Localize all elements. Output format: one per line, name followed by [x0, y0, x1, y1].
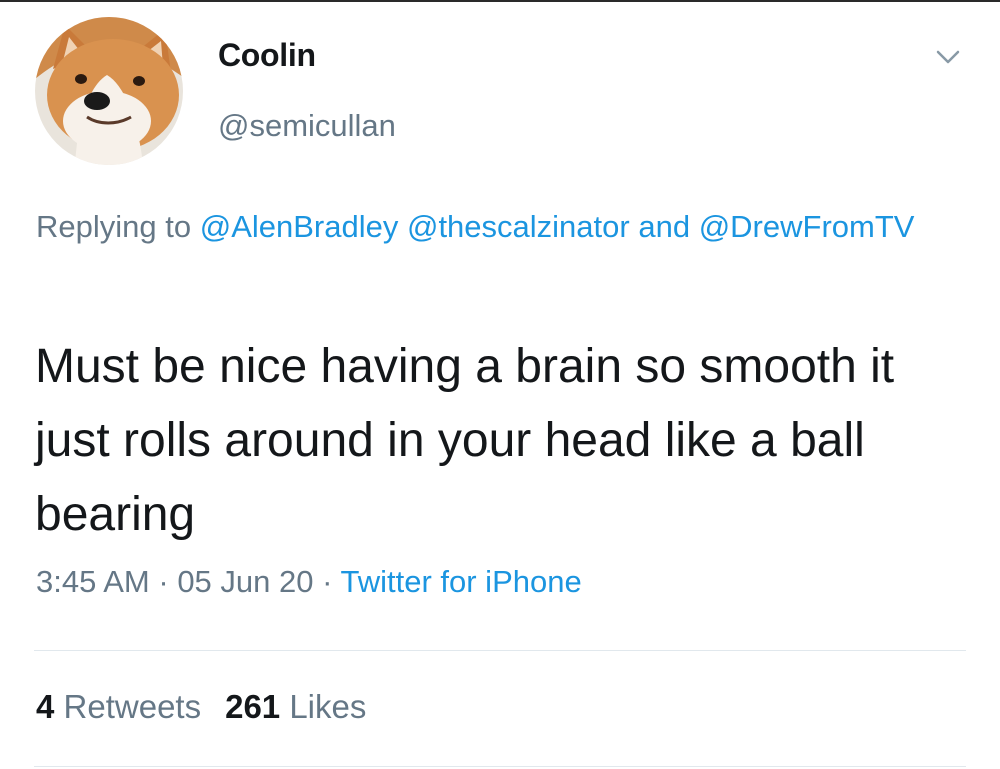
tweet-stats: 4 Retweets 261 Likes: [36, 688, 366, 726]
meta-separator: ·: [149, 564, 178, 599]
divider: [34, 650, 966, 651]
display-name[interactable]: Coolin: [218, 37, 316, 74]
tweet-card: Coolin @semicullan Replying to @AlenBrad…: [0, 0, 1000, 769]
retweets-stat[interactable]: 4 Retweets: [36, 688, 201, 725]
retweets-label: Retweets: [63, 688, 202, 725]
mention-link[interactable]: @AlenBradley: [200, 209, 399, 244]
tweet-time[interactable]: 3:45 AM: [36, 564, 150, 599]
tweet-source-link[interactable]: Twitter for iPhone: [340, 564, 581, 599]
corgi-avatar-icon: [35, 17, 183, 165]
likes-label: Likes: [289, 688, 367, 725]
replying-to: Replying to @AlenBradley @thescalzinator…: [36, 199, 956, 254]
mention-conjunction: and: [638, 209, 691, 244]
divider: [34, 766, 966, 767]
avatar[interactable]: [35, 17, 183, 165]
replying-to-label: Replying to: [36, 209, 192, 244]
likes-stat[interactable]: 261 Likes: [225, 688, 366, 725]
tweet-text: Must be nice having a brain so smooth it…: [35, 340, 895, 541]
mention-link[interactable]: @DrewFromTV: [699, 209, 915, 244]
tweet-date[interactable]: 05 Jun 20: [177, 564, 313, 599]
mention-link[interactable]: @thescalzinator: [407, 209, 630, 244]
retweets-count: 4: [36, 688, 55, 725]
user-handle[interactable]: @semicullan: [218, 108, 396, 144]
meta-separator: ·: [313, 564, 341, 599]
tweet-meta: 3:45 AM · 05 Jun 20 · Twitter for iPhone: [36, 564, 582, 600]
chevron-down-icon[interactable]: [933, 45, 963, 69]
likes-count: 261: [225, 688, 281, 725]
